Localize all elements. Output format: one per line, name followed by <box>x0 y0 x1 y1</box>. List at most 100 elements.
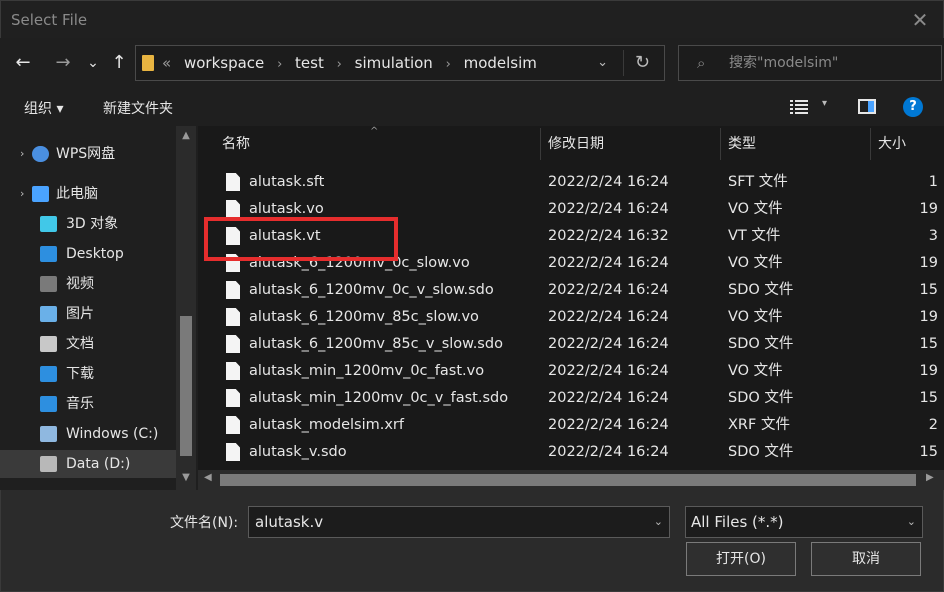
file-icon <box>226 443 240 461</box>
chevron-right-icon: › <box>445 57 451 72</box>
column-divider[interactable] <box>720 128 721 160</box>
file-size: 19 <box>919 309 938 325</box>
horizontal-scrollbar[interactable]: ◀ ▶ <box>198 470 944 490</box>
file-type: VO 文件 <box>728 363 783 379</box>
column-divider[interactable] <box>870 128 871 160</box>
scrollbar-thumb[interactable] <box>220 474 916 486</box>
preview-pane-icon[interactable] <box>858 99 876 114</box>
file-icon <box>226 200 240 218</box>
window-title: Select File <box>11 11 88 29</box>
file-size: 19 <box>919 201 938 217</box>
file-type-dropdown-icon[interactable]: ⌄ <box>907 507 916 537</box>
file-type-value[interactable]: All Files (*.*) <box>691 507 784 537</box>
file-date: 2022/2/24 16:24 <box>548 363 669 379</box>
expand-arrow-icon[interactable]: › <box>20 180 24 208</box>
search-box[interactable]: ⌕ 搜索"modelsim" <box>678 45 942 81</box>
sidebar-item-5[interactable]: 图片 <box>0 300 176 328</box>
sidebar-item-3[interactable]: Desktop <box>0 240 176 268</box>
file-icon <box>226 308 240 326</box>
sidebar-item-0[interactable]: › WPS网盘 <box>0 140 176 168</box>
filename-dropdown-icon[interactable]: ⌄ <box>654 507 663 537</box>
column-header-type[interactable]: 类型 <box>728 126 756 162</box>
file-row[interactable]: alutask_v.sdo 2022/2/24 16:24 SDO 文件 15 <box>198 439 944 466</box>
scrollbar-thumb[interactable] <box>180 316 192 456</box>
scroll-up-icon[interactable]: ▲ <box>176 130 196 141</box>
help-icon[interactable]: ? <box>903 97 923 117</box>
dialog-footer: 文件名(N): alutask.v ⌄ All Files (*.*) ⌄ 打开… <box>0 490 944 592</box>
sidebar-item-2[interactable]: 3D 对象 <box>0 210 176 238</box>
search-icon: ⌕ <box>697 54 706 72</box>
close-icon[interactable]: ✕ <box>907 7 933 33</box>
sidebar-item-8[interactable]: 音乐 <box>0 390 176 418</box>
file-size: 15 <box>919 282 938 298</box>
view-dropdown-icon[interactable]: ▾ <box>822 98 827 109</box>
column-header-row: 名称 ^ 修改日期 类型 大小 <box>198 126 944 162</box>
sidebar-item-7[interactable]: 下载 <box>0 360 176 388</box>
column-divider[interactable] <box>540 128 541 160</box>
file-row[interactable]: alutask_modelsim.xrf 2022/2/24 16:24 XRF 文… <box>198 412 944 439</box>
file-name: alutask_modelsim.xrf <box>249 417 404 433</box>
forward-arrow-icon[interactable]: → <box>50 50 76 76</box>
organize-button[interactable]: 组织 ▾ <box>24 98 63 118</box>
file-row[interactable]: alutask_6_1200mv_0c_v_slow.sdo 2022/2/24 … <box>198 277 944 304</box>
file-size: 19 <box>919 255 938 271</box>
breadcrumb-workspace[interactable]: workspace <box>184 54 264 72</box>
file-row[interactable]: alutask.sft 2022/2/24 16:24 SFT 文件 1 <box>198 169 944 196</box>
new-folder-button[interactable]: 新建文件夹 <box>103 98 173 118</box>
scroll-down-icon[interactable]: ▼ <box>176 472 196 483</box>
sidebar-item-label: 下载 <box>66 366 94 382</box>
search-input[interactable]: 搜索"modelsim" <box>729 46 838 80</box>
scroll-right-icon[interactable]: ▶ <box>926 472 934 483</box>
sidebar-item-6[interactable]: 文档 <box>0 330 176 358</box>
cancel-button[interactable]: 取消 <box>811 542 921 576</box>
file-type: VO 文件 <box>728 309 783 325</box>
file-type-select[interactable]: All Files (*.*) ⌄ <box>685 506 923 538</box>
toolbar: 组织 ▾ 新建文件夹 ▾ ? <box>0 88 944 126</box>
sidebar-item-10[interactable]: Data (D:) <box>0 450 176 478</box>
sidebar-item-label: 音乐 <box>66 396 94 412</box>
column-header-name[interactable]: 名称 <box>222 126 250 162</box>
file-date: 2022/2/24 16:24 <box>548 444 669 460</box>
refresh-icon[interactable]: ↻ <box>635 46 650 80</box>
breadcrumb-overflow-icon[interactable]: « <box>162 54 171 72</box>
column-header-date[interactable]: 修改日期 <box>548 126 604 162</box>
sidebar-scrollbar[interactable]: ▲ ▼ <box>176 126 196 490</box>
file-date: 2022/2/24 16:24 <box>548 174 669 190</box>
file-type: SDO 文件 <box>728 282 794 298</box>
document-icon <box>40 336 57 352</box>
file-type: SDO 文件 <box>728 390 794 406</box>
column-header-size[interactable]: 大小 <box>878 126 906 162</box>
file-type: VT 文件 <box>728 228 781 244</box>
filename-value[interactable]: alutask.v <box>255 507 323 537</box>
sidebar-item-1[interactable]: › 此电脑 <box>0 180 176 208</box>
file-name: alutask_min_1200mv_0c_v_fast.sdo <box>249 390 509 406</box>
sidebar-item-label: 文档 <box>66 336 94 352</box>
picture-icon <box>40 306 57 322</box>
breadcrumb-test[interactable]: test <box>295 54 324 72</box>
filename-label: 文件名(N): <box>170 515 239 531</box>
address-dropdown-icon[interactable]: ⌄ <box>597 46 608 80</box>
breadcrumb-simulation[interactable]: simulation <box>355 54 433 72</box>
view-options-icon[interactable] <box>790 99 808 115</box>
sidebar-item-9[interactable]: Windows (C:) <box>0 420 176 448</box>
divider <box>623 50 624 76</box>
file-row[interactable]: alutask_6_1200mv_85c_slow.vo 2022/2/24 16… <box>198 304 944 331</box>
file-type: SDO 文件 <box>728 444 794 460</box>
sidebar-item-4[interactable]: 视频 <box>0 270 176 298</box>
expand-arrow-icon[interactable]: › <box>20 140 24 168</box>
back-arrow-icon[interactable]: ← <box>10 50 36 76</box>
file-row[interactable]: alutask_min_1200mv_0c_fast.vo 2022/2/24 1… <box>198 358 944 385</box>
filename-field[interactable]: alutask.v ⌄ <box>248 506 670 538</box>
recent-locations-chevron-icon[interactable]: ⌄ <box>80 50 106 76</box>
file-icon <box>226 335 240 353</box>
file-type: VO 文件 <box>728 255 783 271</box>
up-arrow-icon[interactable]: ↑ <box>106 50 132 76</box>
file-row[interactable]: alutask_6_1200mv_85c_v_slow.sdo 2022/2/24… <box>198 331 944 358</box>
open-button[interactable]: 打开(O) <box>686 542 796 576</box>
scroll-left-icon[interactable]: ◀ <box>204 472 212 483</box>
file-date: 2022/2/24 16:24 <box>548 255 669 271</box>
file-size: 15 <box>919 390 938 406</box>
address-bar[interactable]: « workspace › test › simulation › models… <box>135 45 665 81</box>
breadcrumb-modelsim[interactable]: modelsim <box>464 54 537 72</box>
file-row[interactable]: alutask_min_1200mv_0c_v_fast.sdo 2022/2/2… <box>198 385 944 412</box>
